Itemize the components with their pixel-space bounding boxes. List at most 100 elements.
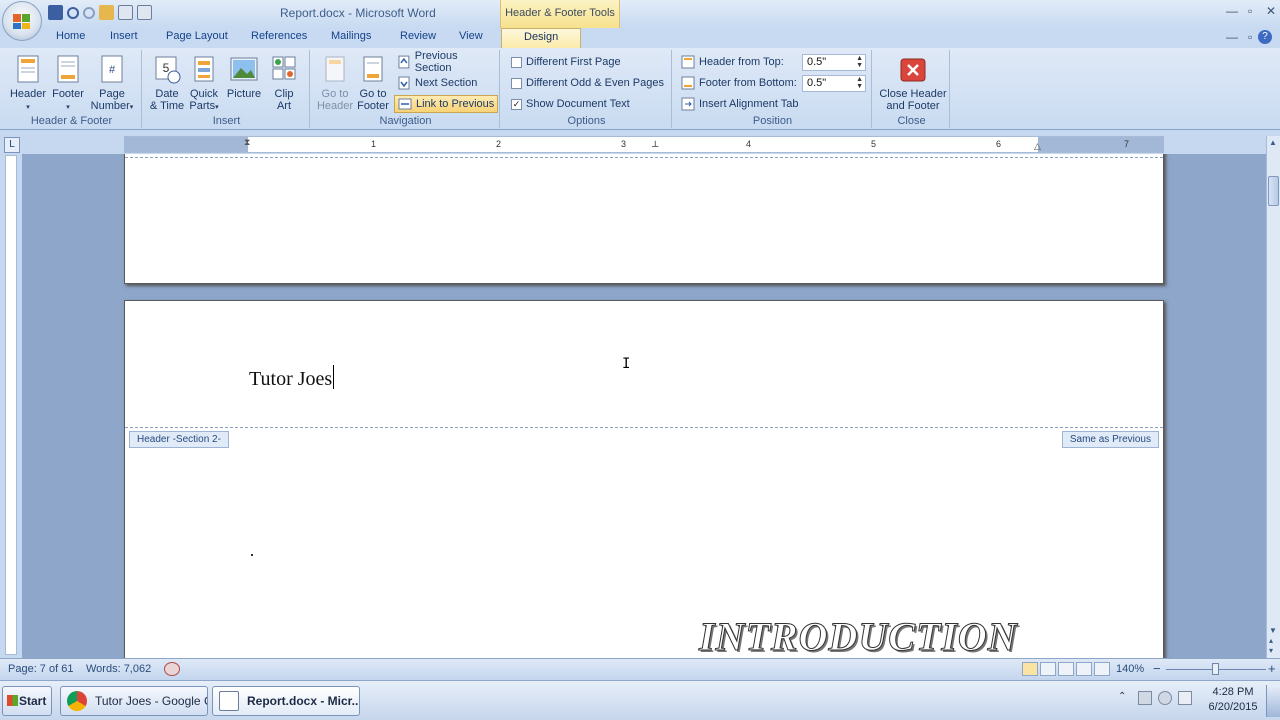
tab-insert[interactable]: Insert (110, 30, 138, 42)
footer-button[interactable]: Footer ▾ (48, 54, 88, 114)
proofing-icon[interactable] (164, 662, 180, 676)
horizontal-ruler[interactable]: 1 2 3 4 5 6 7 ⧗ ┴ △ (124, 136, 1164, 153)
spelling-icon[interactable] (137, 5, 152, 20)
go-to-footer-button[interactable]: Go to Footer (354, 54, 392, 112)
office-logo-icon (13, 14, 30, 29)
right-indent-marker-icon[interactable]: △ (1034, 141, 1041, 152)
scroll-down-icon[interactable]: ▼ (1269, 626, 1277, 635)
close-icon[interactable]: ✕ (1266, 4, 1276, 18)
next-page-icon[interactable]: ▾ (1269, 646, 1273, 655)
view-buttons (1022, 662, 1110, 676)
calendar-clock-icon: 5 (155, 56, 181, 84)
office-button[interactable] (2, 1, 42, 41)
restore-ribbon-icon[interactable]: — (1226, 30, 1238, 44)
page-count[interactable]: Page: 7 of 61 (8, 663, 73, 675)
minimize-icon[interactable]: — (1226, 4, 1238, 18)
previous-page-icon[interactable]: ▴ (1269, 636, 1273, 645)
different-odd-even-option[interactable]: Different Odd & Even Pages (508, 74, 667, 92)
vertical-scrollbar[interactable]: ▲ ▼ ▴ ▾ (1266, 136, 1280, 658)
previous-section-button[interactable]: Previous Section (394, 50, 499, 74)
help-icon[interactable]: ? (1258, 30, 1272, 44)
taskbar-clock[interactable]: 4:28 PM 6/20/2015 (1204, 685, 1262, 715)
go-to-header-button[interactable]: Go to Header (316, 54, 354, 112)
insert-alignment-tab-button[interactable]: Insert Alignment Tab (678, 95, 801, 113)
document-area[interactable]: Tutor Joes Header -Section 2- Same as Pr… (22, 154, 1266, 658)
zoom-level[interactable]: 140% (1116, 663, 1144, 675)
scrollbar-thumb[interactable] (1268, 176, 1279, 206)
checkbox-show-document-text[interactable]: ✓ (511, 98, 522, 110)
maximize-icon[interactable]: ▫ (1248, 4, 1252, 18)
picture-button[interactable]: Picture (224, 54, 264, 100)
tab-view[interactable]: View (459, 30, 483, 42)
body-heading[interactable]: INTRODUCTION (699, 613, 1018, 659)
current-page[interactable]: Tutor Joes Header -Section 2- Same as Pr… (124, 300, 1164, 658)
tab-home[interactable]: Home (56, 30, 85, 42)
vertical-ruler[interactable] (5, 155, 17, 655)
title-bar: Report.docx - Microsoft Word Header & Fo… (0, 0, 1280, 41)
checkbox-different-odd-even[interactable] (511, 77, 522, 89)
taskbar-item-chrome[interactable]: Tutor Joes - Google C... (60, 686, 208, 716)
tab-references[interactable]: References (251, 30, 307, 42)
svg-text:5: 5 (163, 61, 170, 75)
link-to-previous-button[interactable]: Link to Previous (394, 95, 499, 113)
action-center-flag-icon[interactable] (1178, 691, 1192, 705)
customize-qat-icon[interactable] (156, 5, 164, 20)
draft-icon[interactable] (1094, 662, 1110, 676)
footer-button-label: Footer (52, 88, 84, 100)
page-number-button[interactable]: # Page Number▾ (88, 54, 136, 114)
footer-from-bottom-value: 0.5" (807, 77, 827, 89)
footer-from-bottom-spinner[interactable]: 0.5" ▲ ▼ (802, 75, 866, 92)
taskbar-item-word[interactable]: Report.docx - Micr... (212, 686, 360, 716)
tab-selector[interactable]: L (4, 137, 20, 153)
full-screen-reading-icon[interactable] (1040, 662, 1056, 676)
date-time-button[interactable]: 5 Date & Time (148, 54, 186, 112)
ruler-number: 3 (621, 139, 627, 149)
group-label-header-footer: Header & Footer (30, 115, 113, 127)
close-header-footer-button[interactable]: Close Header and Footer (878, 54, 948, 112)
start-button[interactable]: Start (2, 686, 52, 716)
picture-icon (230, 57, 258, 81)
show-document-text-option[interactable]: ✓ Show Document Text (508, 95, 633, 113)
next-section-button[interactable]: Next Section (394, 74, 480, 92)
open-icon[interactable] (99, 5, 114, 20)
word-count[interactable]: Words: 7,062 (86, 663, 151, 675)
ribbon-tabs: Home Insert Page Layout References Maili… (0, 28, 1280, 49)
header-button[interactable]: Header ▾ (8, 54, 48, 114)
spinner-arrows-icon[interactable]: ▲ ▼ (856, 76, 863, 90)
web-layout-icon[interactable] (1058, 662, 1074, 676)
network-icon[interactable] (1138, 691, 1152, 705)
tray-expand-icon[interactable]: ⌃ (1118, 691, 1132, 705)
previous-section-label: Previous Section (414, 50, 458, 74)
show-desktop-button[interactable] (1266, 685, 1280, 717)
zoom-out-icon[interactable]: − (1153, 661, 1161, 676)
text-cursor (333, 365, 335, 389)
undo-icon[interactable] (67, 7, 79, 19)
zoom-slider-knob[interactable] (1212, 663, 1219, 675)
header-icon (17, 55, 39, 83)
indent-marker-icon[interactable]: ⧗ (244, 137, 250, 148)
tab-mailings[interactable]: Mailings (331, 30, 371, 42)
tab-design[interactable]: Design (501, 28, 582, 49)
save-icon[interactable] (48, 5, 63, 20)
checkbox-different-first-page[interactable] (511, 56, 522, 68)
different-odd-even-label: Different Odd & Even Pages (526, 77, 664, 89)
outline-icon[interactable] (1076, 662, 1092, 676)
volume-icon[interactable] (1158, 691, 1172, 705)
tab-page-layout[interactable]: Page Layout (166, 30, 228, 42)
tab-review[interactable]: Review (400, 30, 436, 42)
tab-stop-marker-icon[interactable]: ┴ (652, 141, 658, 151)
header-text[interactable]: Tutor Joes (249, 365, 335, 391)
clip-art-button[interactable]: Clip Art (266, 54, 302, 112)
close-red-x-icon (900, 58, 926, 82)
scroll-up-icon[interactable]: ▲ (1269, 138, 1277, 147)
print-preview-icon[interactable] (118, 5, 133, 20)
different-first-page-option[interactable]: Different First Page (508, 53, 624, 71)
restore-doc-icon[interactable]: ▫ (1248, 30, 1252, 44)
spinner-arrows-icon[interactable]: ▲ ▼ (856, 55, 863, 69)
quick-parts-icon (194, 56, 214, 82)
print-layout-icon[interactable] (1022, 662, 1038, 676)
header-from-top-spinner[interactable]: 0.5" ▲ ▼ (802, 54, 866, 71)
quick-parts-button[interactable]: Quick Parts▾ (186, 54, 222, 114)
zoom-in-icon[interactable]: + (1268, 661, 1276, 676)
redo-icon[interactable] (83, 7, 95, 19)
